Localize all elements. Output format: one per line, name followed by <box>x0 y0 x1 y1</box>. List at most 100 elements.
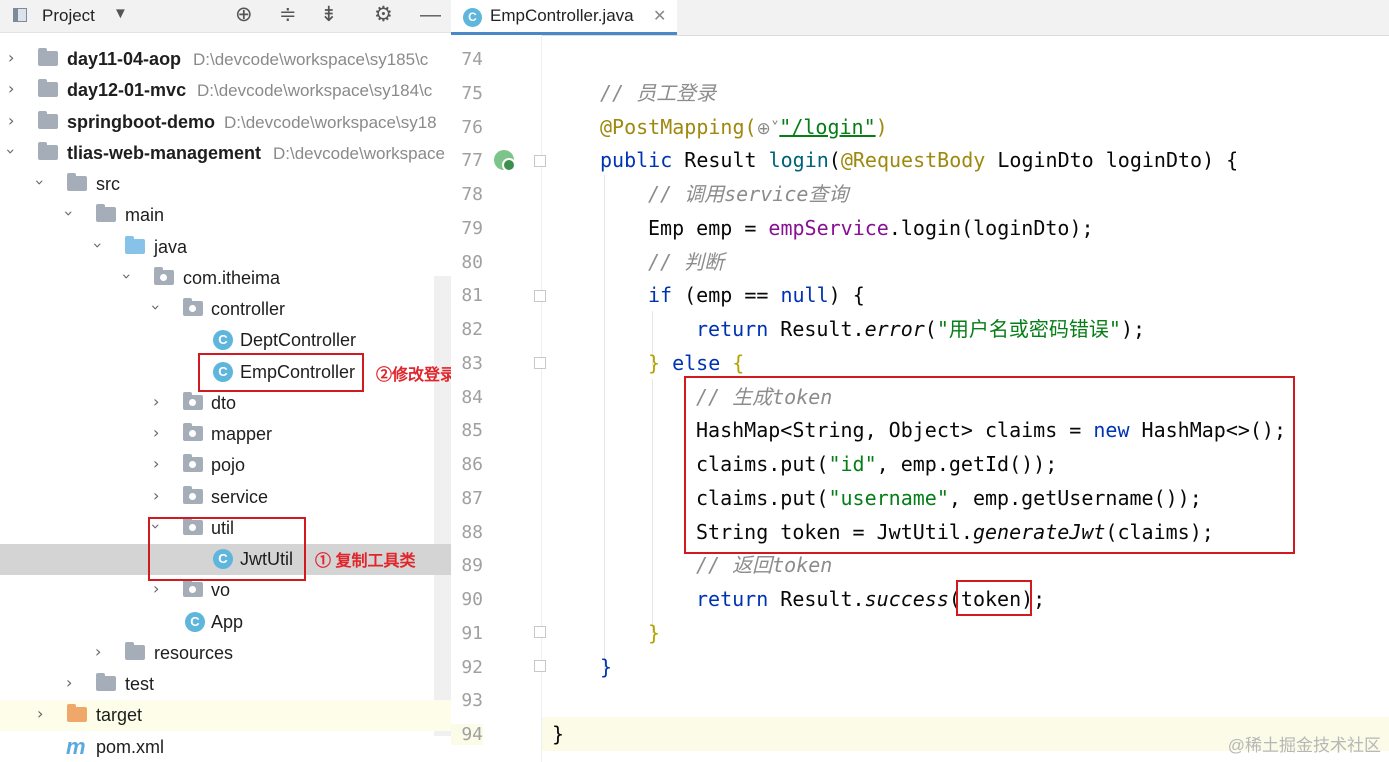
folder-icon <box>67 173 87 191</box>
editor-tab-bar: C EmpController.java ✕ <box>451 0 1389 36</box>
tree-item-main[interactable]: › main <box>0 200 451 231</box>
code-line-92: } <box>600 655 613 679</box>
line-number-gutter: 74 75 76 77 78 79 80 81 82 83 84 85 86 8… <box>451 35 546 762</box>
line-number: 78 <box>461 184 483 205</box>
module-path: D:\devcode\workspace\sy185\c <box>193 50 429 69</box>
chevron-down-icon[interactable]: › <box>118 273 137 279</box>
source-folder-icon <box>125 236 145 254</box>
chevron-right-icon[interactable]: › <box>8 48 14 67</box>
hide-panel-icon[interactable]: — <box>420 4 441 26</box>
tree-item-mapper[interactable]: › mapper <box>0 419 451 450</box>
line-number: 94 <box>451 724 483 745</box>
chevron-down-icon[interactable]: › <box>60 210 79 216</box>
annotation-copy-util: ① 复制工具类 <box>315 553 416 570</box>
locate-icon[interactable]: ⊕ <box>235 4 253 26</box>
package-icon <box>183 486 203 504</box>
tree-item-test[interactable]: › test <box>0 669 451 700</box>
collapse-all-icon[interactable]: ⇟ <box>320 4 338 26</box>
line-number: 75 <box>461 83 483 104</box>
excluded-folder-icon <box>67 704 87 722</box>
chevron-down-icon[interactable]: › <box>31 179 50 185</box>
tree-item-label: tlias-web-management <box>67 143 262 163</box>
tree-item-label: mapper <box>211 424 273 444</box>
line-number: 79 <box>461 218 483 239</box>
tree-item-deptcontroller[interactable]: C DeptController <box>0 325 451 356</box>
tree-item-label: day11-04-aop <box>67 49 182 69</box>
code-line-83: } else { <box>648 351 745 375</box>
tree-item-java[interactable]: › java <box>0 232 451 263</box>
project-panel-header: Project ▼ ⊕ ≑ ⇟ ⚙ — <box>0 0 451 33</box>
line-number: 81 <box>461 285 483 306</box>
chevron-right-icon[interactable]: › <box>8 79 14 98</box>
tree-item-label: target <box>96 705 143 725</box>
project-view-title[interactable]: Project <box>42 6 95 26</box>
tree-item-day11-04-aop[interactable]: › day11-04-aop D:\devcode\workspace\sy18… <box>0 44 451 75</box>
line-number: 90 <box>461 589 483 610</box>
chevron-right-icon[interactable]: › <box>153 579 159 598</box>
line-number: 82 <box>461 319 483 340</box>
tree-item-label: App <box>211 612 244 632</box>
tree-item-src[interactable]: › src <box>0 169 451 200</box>
spring-endpoint-icon[interactable] <box>494 150 516 172</box>
chevron-down-icon[interactable]: ▼ <box>113 5 128 22</box>
close-icon[interactable]: ✕ <box>653 6 666 26</box>
java-class-icon: C <box>213 330 233 350</box>
tree-item-com-itheima[interactable]: › com.itheima <box>0 263 451 294</box>
module-folder-icon <box>38 111 58 129</box>
code-area[interactable]: // 员工登录 @PostMapping(⊕˅"/login") public … <box>542 35 1389 762</box>
line-number: 85 <box>461 420 483 441</box>
expand-all-icon[interactable]: ≑ <box>279 4 297 26</box>
tree-item-dto[interactable]: › dto <box>0 388 451 419</box>
tree-item-service[interactable]: › service <box>0 482 451 513</box>
code-line-78: // 调用service查询 <box>648 182 849 206</box>
line-number: 83 <box>461 353 483 374</box>
tree-item-day12-01-mvc[interactable]: › day12-01-mvc D:\devcode\workspace\sy18… <box>0 75 451 106</box>
package-icon <box>183 423 203 441</box>
chevron-right-icon[interactable]: › <box>153 454 159 473</box>
tree-item-springboot-demo[interactable]: › springboot-demo D:\devcode\workspace\s… <box>0 107 451 138</box>
gear-icon[interactable]: ⚙ <box>374 4 393 26</box>
line-number: 92 <box>461 657 483 678</box>
tree-item-label: vo <box>211 580 231 600</box>
chevron-right-icon[interactable]: › <box>153 423 159 442</box>
chevron-right-icon[interactable]: › <box>153 486 159 505</box>
package-icon <box>154 267 174 285</box>
tree-item-target[interactable]: › target <box>0 700 451 731</box>
annotation-modify-login: ②修改登录方法 <box>376 367 451 384</box>
tab-empcontroller[interactable]: C EmpController.java ✕ <box>451 0 677 35</box>
tree-item-label: main <box>125 205 165 225</box>
line-number: 76 <box>461 117 483 138</box>
chevron-right-icon[interactable]: › <box>37 704 43 723</box>
chevron-down-icon[interactable]: › <box>89 242 108 248</box>
indent-guide <box>604 175 605 670</box>
tree-item-label: day12-01-mvc <box>67 80 187 100</box>
code-line-80: // 判断 <box>648 250 725 274</box>
line-number: 84 <box>461 387 483 408</box>
tree-item-tlias-web-management[interactable]: › tlias-web-management D:\devcode\worksp… <box>0 138 451 169</box>
project-panel: Project ▼ ⊕ ≑ ⇟ ⚙ — › day11-04-aop D:\de… <box>0 0 451 762</box>
spring-app-class-icon: C <box>185 612 205 632</box>
code-line-76: @PostMapping(⊕˅"/login") <box>600 115 888 139</box>
annotation-box-token-arg <box>956 580 1032 616</box>
chevron-down-icon[interactable]: › <box>147 304 166 310</box>
chevron-right-icon[interactable]: › <box>66 673 72 692</box>
chevron-right-icon[interactable]: › <box>153 392 159 411</box>
module-path: D:\devcode\workspace\sy18 <box>224 113 437 132</box>
chevron-right-icon[interactable]: › <box>95 642 101 661</box>
chevron-down-icon[interactable]: › <box>2 148 21 154</box>
line-number: 88 <box>461 522 483 543</box>
line-number: 80 <box>461 252 483 273</box>
chevron-right-icon[interactable]: › <box>8 111 14 130</box>
watermark: @稀土掘金技术社区 <box>1227 736 1381 755</box>
tab-label: EmpController.java <box>490 6 634 25</box>
tree-item-app[interactable]: C App <box>0 607 451 638</box>
tree-item-pom-xml[interactable]: m pom.xml <box>0 732 451 762</box>
tree-item-label: com.itheima <box>183 268 281 288</box>
folder-icon <box>96 673 116 691</box>
maven-icon: m <box>66 734 86 759</box>
tree-item-controller[interactable]: › controller <box>0 294 451 325</box>
project-view-icon <box>13 8 27 22</box>
tree-item-pojo[interactable]: › pojo <box>0 450 451 481</box>
tree-item-resources[interactable]: › resources <box>0 638 451 669</box>
package-icon <box>183 298 203 316</box>
